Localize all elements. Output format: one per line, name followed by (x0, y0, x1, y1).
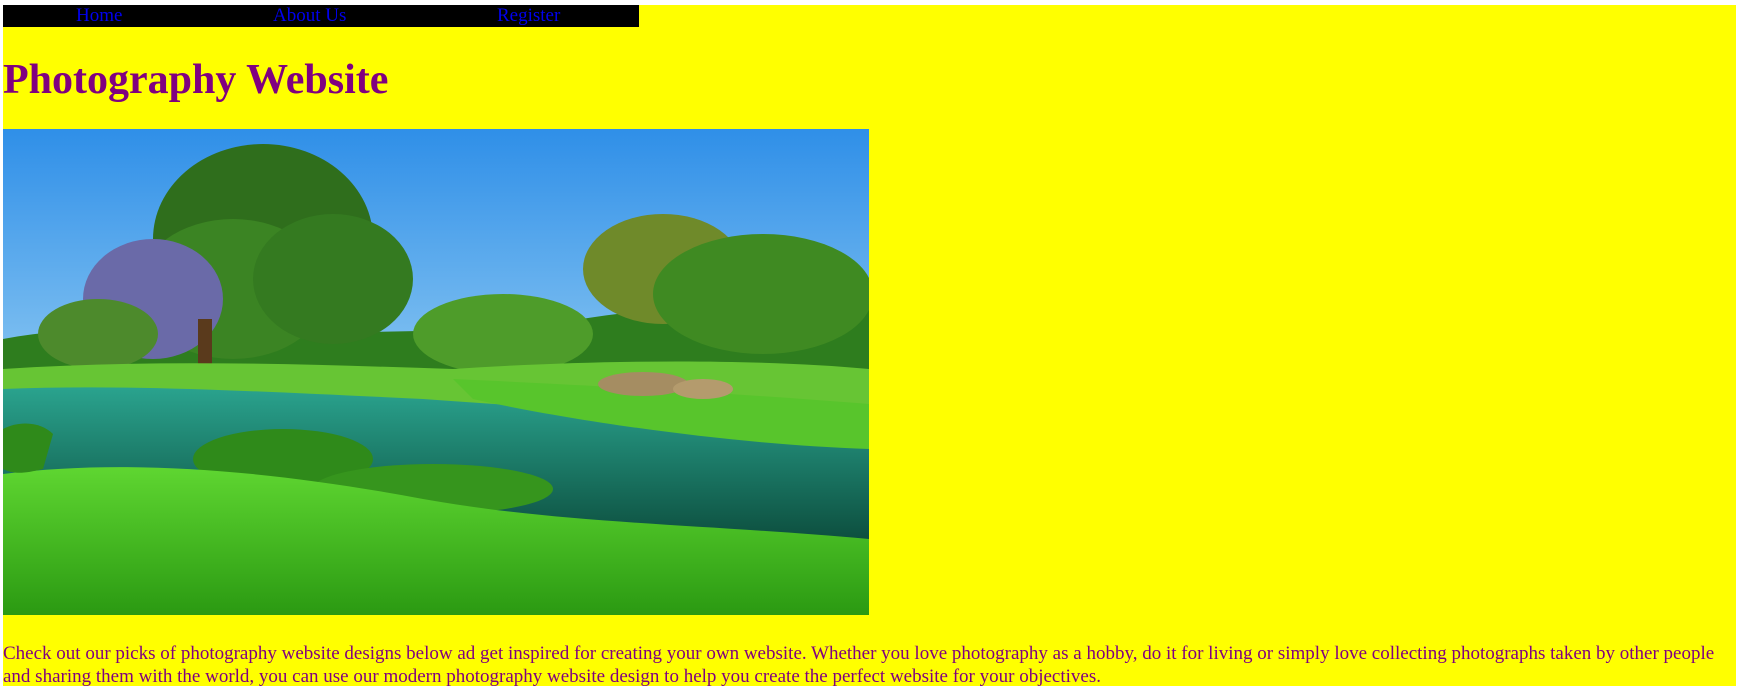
top-navigation-bar: Home About Us Register (3, 5, 639, 27)
page-description: Check out our picks of photography websi… (3, 643, 1715, 687)
nav-link-home[interactable]: Home (76, 5, 122, 27)
page-title: Photography Website (3, 57, 389, 103)
nav-link-about-us[interactable]: About Us (273, 5, 346, 27)
landscape-photo (3, 129, 869, 615)
nav-link-register[interactable]: Register (497, 5, 560, 27)
page-body: Home About Us Register Photography Websi… (3, 5, 1736, 687)
